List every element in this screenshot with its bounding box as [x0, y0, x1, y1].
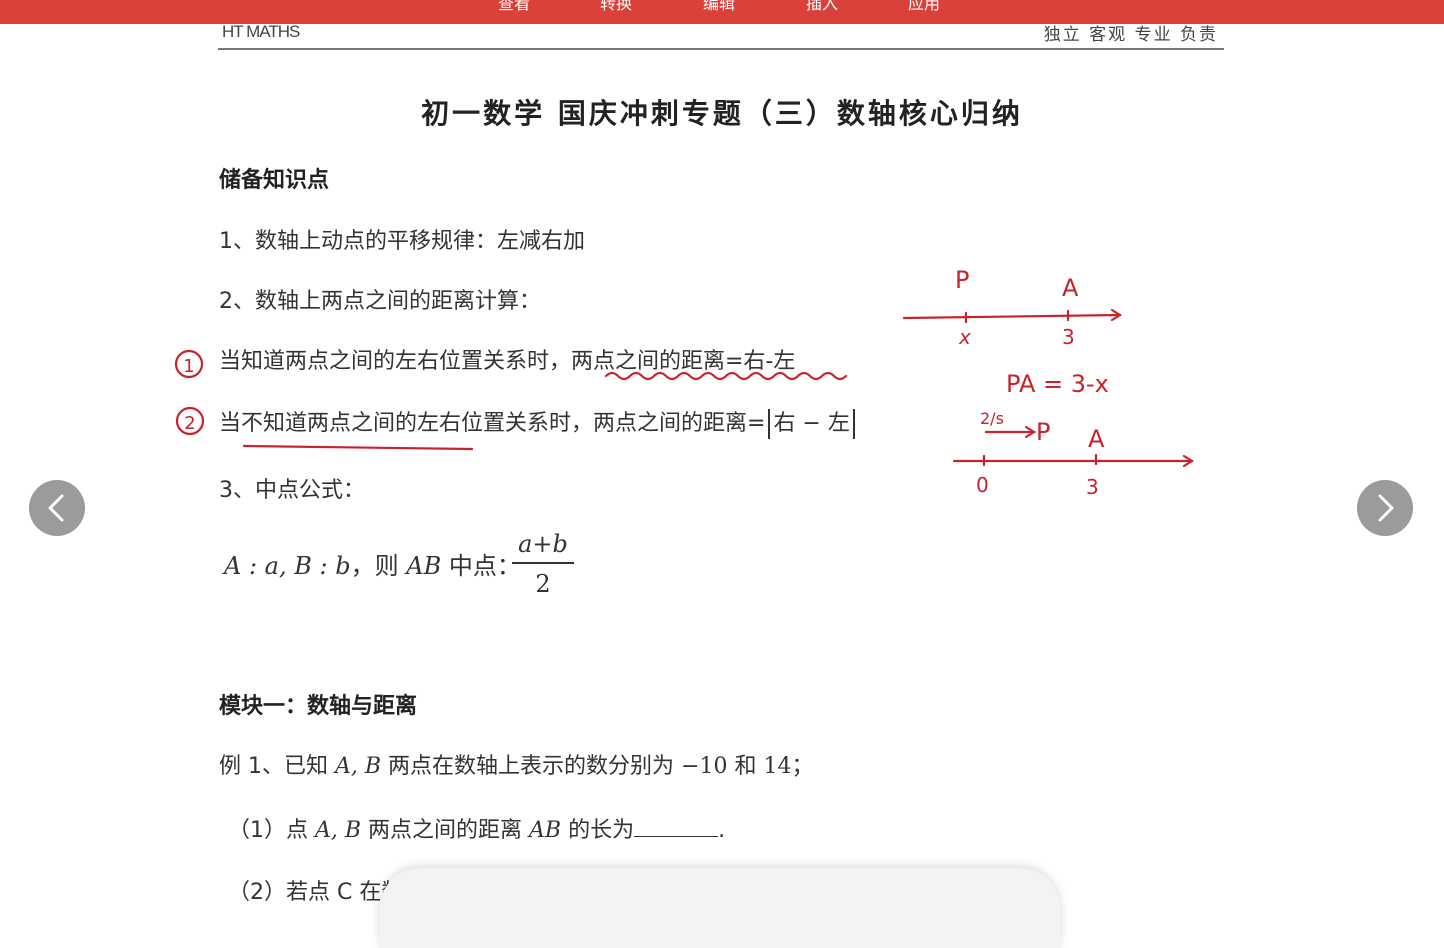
- circle-number-2: 2: [184, 413, 195, 434]
- axis-1-label-P: P: [955, 266, 969, 294]
- underline-case2: [242, 444, 474, 451]
- next-page-button[interactable]: [1357, 480, 1413, 536]
- number-axis-1: [902, 313, 1122, 320]
- chevron-right-icon: [1378, 494, 1394, 522]
- distance-formula-note: PA = 3-x: [1006, 370, 1109, 398]
- wavy-underline: [604, 371, 848, 381]
- chevron-left-icon: [48, 494, 64, 522]
- axis-1-label-A: A: [1062, 274, 1079, 302]
- speed-label: 2/s: [980, 409, 1004, 428]
- circle-number-1: 1: [183, 356, 194, 377]
- axis-2-label-A: A: [1088, 425, 1105, 453]
- axis-1-label-3: 3: [1062, 325, 1075, 349]
- axis-2-label-3: 3: [1086, 475, 1099, 499]
- axis-2-label-P: P: [1036, 418, 1050, 446]
- prev-page-button[interactable]: [29, 480, 85, 536]
- axis-1-label-x: x: [958, 325, 971, 349]
- bottom-overlay-panel[interactable]: [380, 868, 1060, 948]
- handwritten-annotations: 1 2 P A x 3 PA = 3-x 2/s P A 0 3: [174, 266, 1195, 499]
- axis-2-label-0: 0: [976, 473, 989, 497]
